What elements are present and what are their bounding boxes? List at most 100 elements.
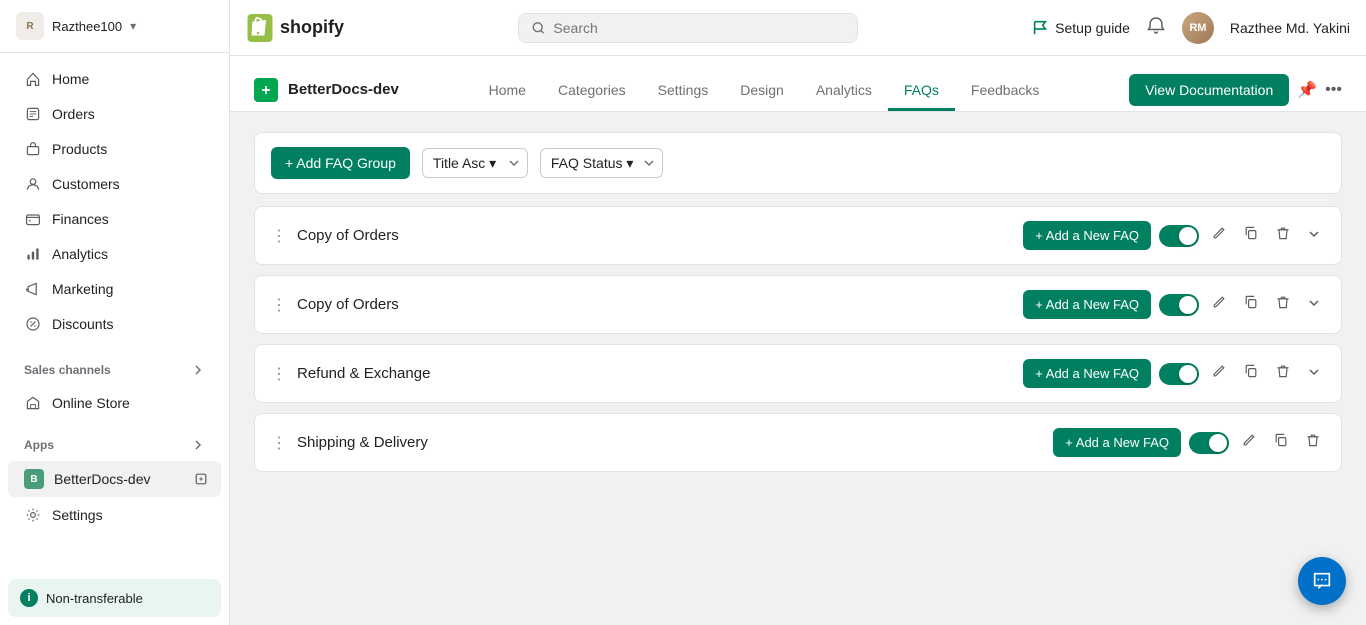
toggle-knob-1: [1179, 227, 1197, 245]
faq-toolbar: + Add FAQ Group Title Asc ▾ Title Desc D…: [254, 132, 1342, 194]
delete-icon-3[interactable]: [1271, 359, 1295, 388]
sidebar-item-betterdocs[interactable]: B BetterDocs-dev: [8, 461, 221, 497]
chat-icon: [1311, 570, 1333, 592]
app-header-left: BetterDocs-dev: [254, 78, 399, 102]
toggle-4[interactable]: [1189, 432, 1229, 454]
app-logo-icon: [254, 78, 278, 102]
view-documentation-button[interactable]: View Documentation: [1129, 74, 1289, 106]
drag-handle-2[interactable]: ⋮: [271, 295, 287, 315]
bell-icon: [1146, 16, 1166, 36]
tab-home[interactable]: Home: [473, 72, 542, 111]
sort-select[interactable]: Title Asc ▾ Title Desc Date Asc Date Des…: [422, 148, 528, 178]
topbar-right: Setup guide RM Razthee Md. Yakini: [1031, 12, 1350, 44]
delete-icon-2[interactable]: [1271, 290, 1295, 319]
search-bar[interactable]: [518, 13, 858, 43]
edit-icon-1[interactable]: [1207, 221, 1231, 250]
notifications-button[interactable]: [1146, 16, 1166, 39]
content-area: BetterDocs-dev Home Categories Settings …: [230, 56, 1366, 625]
faq-group-right-2: + Add a New FAQ: [1023, 290, 1325, 319]
drag-handle-1[interactable]: ⋮: [271, 226, 287, 246]
avatar[interactable]: RM: [1182, 12, 1214, 44]
drag-handle-3[interactable]: ⋮: [271, 364, 287, 384]
toggle-knob-2: [1179, 296, 1197, 314]
drag-handle-4[interactable]: ⋮: [271, 433, 287, 453]
tab-categories[interactable]: Categories: [542, 72, 642, 111]
tab-faqs[interactable]: FAQs: [888, 72, 955, 111]
finances-label: Finances: [52, 211, 205, 227]
analytics-icon: [24, 245, 42, 263]
add-new-faq-1[interactable]: + Add a New FAQ: [1023, 221, 1151, 250]
sidebar-item-marketing[interactable]: Marketing: [8, 272, 221, 306]
tab-feedbacks[interactable]: Feedbacks: [955, 72, 1055, 111]
avatar-initials: RM: [1182, 12, 1214, 44]
sidebar-item-products[interactable]: Products: [8, 132, 221, 166]
faq-group-row-1: ⋮ Copy of Orders + Add a New FAQ: [255, 207, 1341, 264]
chevron-right-icon: [191, 363, 205, 377]
faq-group-3: ⋮ Refund & Exchange + Add a New FAQ: [254, 344, 1342, 403]
sidebar-item-settings[interactable]: Settings: [8, 498, 221, 532]
sidebar: R Razthee100 ▾ Home Orders Products: [0, 0, 230, 625]
tab-settings[interactable]: Settings: [642, 72, 725, 111]
sales-channels-header[interactable]: Sales channels: [8, 355, 221, 385]
add-new-faq-2[interactable]: + Add a New FAQ: [1023, 290, 1151, 319]
faq-group-name-1: Copy of Orders: [297, 227, 399, 244]
sales-channels-section: Sales channels Online Store: [0, 350, 229, 425]
topbar-left: shopify: [246, 14, 344, 42]
products-label: Products: [52, 141, 205, 157]
edit-icon-2[interactable]: [1207, 290, 1231, 319]
setup-guide-button[interactable]: Setup guide: [1031, 19, 1130, 37]
sidebar-item-home[interactable]: Home: [8, 62, 221, 96]
toggle-knob-3: [1179, 365, 1197, 383]
delete-icon-1[interactable]: [1271, 221, 1295, 250]
expand-icon-2[interactable]: [1303, 292, 1325, 317]
discounts-icon: [24, 315, 42, 333]
sidebar-item-orders[interactable]: Orders: [8, 97, 221, 131]
non-transferable-banner: i Non-transferable: [8, 579, 221, 617]
pin-icon[interactable]: 📌: [1297, 80, 1317, 100]
expand-icon-3[interactable]: [1303, 361, 1325, 386]
search-input[interactable]: [553, 20, 844, 36]
copy-icon-1[interactable]: [1239, 221, 1263, 250]
search-icon: [531, 20, 546, 36]
store-name: Razthee100: [52, 19, 122, 34]
sidebar-item-analytics[interactable]: Analytics: [8, 237, 221, 271]
online-store-icon: [24, 394, 42, 412]
user-name[interactable]: Razthee Md. Yakini: [1230, 20, 1350, 36]
copy-icon-3[interactable]: [1239, 359, 1263, 388]
topbar: shopify Setup guide RM Razthee Md. Yakin…: [230, 0, 1366, 56]
chat-button[interactable]: [1298, 557, 1346, 605]
toggle-1[interactable]: [1159, 225, 1199, 247]
toggle-3[interactable]: [1159, 363, 1199, 385]
finances-icon: [24, 210, 42, 228]
apps-header[interactable]: Apps: [8, 430, 221, 460]
add-faq-group-button[interactable]: + Add FAQ Group: [271, 147, 410, 179]
add-new-faq-4[interactable]: + Add a New FAQ: [1053, 428, 1181, 457]
edit-icon-3[interactable]: [1207, 359, 1231, 388]
copy-icon-2[interactable]: [1239, 290, 1263, 319]
tab-analytics[interactable]: Analytics: [800, 72, 888, 111]
store-selector[interactable]: R Razthee100 ▾: [16, 12, 136, 40]
setup-guide-label: Setup guide: [1055, 20, 1130, 36]
faq-group-1: ⋮ Copy of Orders + Add a New FAQ: [254, 206, 1342, 265]
analytics-label: Analytics: [52, 246, 205, 262]
marketing-icon: [24, 280, 42, 298]
info-icon: i: [20, 589, 38, 607]
sidebar-item-finances[interactable]: Finances: [8, 202, 221, 236]
customers-label: Customers: [52, 176, 205, 192]
sidebar-item-discounts[interactable]: Discounts: [8, 307, 221, 341]
marketing-label: Marketing: [52, 281, 205, 297]
expand-icon-1[interactable]: [1303, 223, 1325, 248]
sidebar-item-customers[interactable]: Customers: [8, 167, 221, 201]
add-new-faq-3[interactable]: + Add a New FAQ: [1023, 359, 1151, 388]
toggle-2[interactable]: [1159, 294, 1199, 316]
faq-group-2: ⋮ Copy of Orders + Add a New FAQ: [254, 275, 1342, 334]
status-select[interactable]: FAQ Status ▾ Active Inactive: [540, 148, 663, 178]
more-options-icon[interactable]: •••: [1325, 81, 1342, 99]
delete-icon-4[interactable]: [1301, 428, 1325, 457]
tab-design[interactable]: Design: [724, 72, 800, 111]
app-header-right: View Documentation 📌 •••: [1129, 74, 1342, 106]
sidebar-item-online-store[interactable]: Online Store: [8, 386, 221, 420]
copy-icon-4[interactable]: [1269, 428, 1293, 457]
faq-group-name-2: Copy of Orders: [297, 296, 399, 313]
edit-icon-4[interactable]: [1237, 428, 1261, 457]
